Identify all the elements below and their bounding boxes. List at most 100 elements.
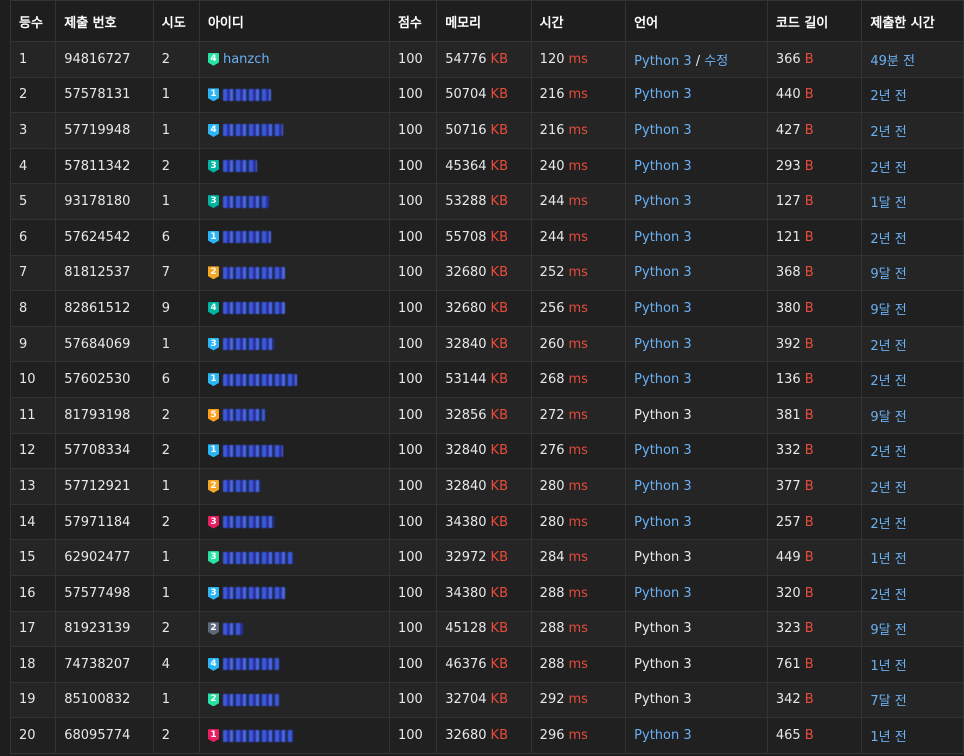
code-length-value: 342 xyxy=(775,692,801,708)
redacted-user-id[interactable] xyxy=(222,587,285,600)
redacted-user-id[interactable] xyxy=(222,302,285,315)
language-link[interactable]: Python 3 xyxy=(634,372,691,387)
lang-separator: / xyxy=(695,53,701,69)
language-link[interactable]: Python 3 xyxy=(634,728,691,743)
language-link[interactable]: Python 3 xyxy=(634,479,691,494)
cell-code-length: 127 B xyxy=(766,183,863,220)
code-length-value: 380 xyxy=(775,300,801,316)
time-value: 252 xyxy=(539,265,565,281)
memory-value: 50716 xyxy=(445,122,487,138)
submitted-at-link[interactable]: 2년 전 xyxy=(870,588,906,603)
cell-memory: 34380 KB xyxy=(436,503,532,541)
cell-language: Python 3 xyxy=(625,432,768,470)
submitted-at-link[interactable]: 49분 전 xyxy=(870,54,915,69)
redacted-user-id[interactable] xyxy=(222,516,275,529)
submitted-at-link[interactable]: 7달 전 xyxy=(870,694,906,709)
redacted-user-id[interactable] xyxy=(222,195,269,208)
user-id-link[interactable]: hanzch xyxy=(223,52,270,67)
memory-value: 50704 xyxy=(445,87,487,103)
submitted-at-link[interactable]: 2년 전 xyxy=(870,339,906,354)
language-link[interactable]: Python 3 xyxy=(634,301,691,316)
redacted-user-id[interactable] xyxy=(222,480,261,493)
cell-memory: 32840 KB xyxy=(436,432,532,470)
cell-submitted-at: 2년 전 xyxy=(861,361,964,398)
redacted-user-id[interactable] xyxy=(222,729,293,742)
language-link: Python 3 xyxy=(634,692,692,708)
redacted-user-id[interactable] xyxy=(222,444,283,457)
language-link[interactable]: Python 3 xyxy=(634,586,691,601)
submitted-at-link[interactable]: 2년 전 xyxy=(870,125,906,140)
table-row: 15 62902477 1 3 100 32972 KB 284 ms Python… xyxy=(9,539,964,576)
code-length-unit: B xyxy=(804,585,814,601)
redacted-user-id[interactable] xyxy=(222,658,279,671)
language-link[interactable]: Python 3 xyxy=(634,515,691,530)
cell-user-id: 1 xyxy=(198,432,390,470)
cell-score: 100 xyxy=(388,218,438,256)
cell-score: 100 xyxy=(388,290,438,327)
code-length-unit: B xyxy=(804,158,814,174)
redacted-user-id[interactable] xyxy=(222,88,271,101)
cell-language: Python 3 xyxy=(625,183,768,220)
submitted-at-link[interactable]: 1달 전 xyxy=(870,196,906,211)
header-time: 시간 xyxy=(530,0,627,42)
submitted-at-link[interactable]: 1년 전 xyxy=(870,659,906,674)
edit-link[interactable]: 수정 xyxy=(704,54,728,69)
cell-tries: 6 xyxy=(152,218,200,256)
redacted-user-id[interactable] xyxy=(222,409,265,422)
redacted-user-id[interactable] xyxy=(222,622,243,635)
submitted-at-link[interactable]: 1년 전 xyxy=(870,552,906,567)
language-link[interactable]: Python 3 xyxy=(634,123,691,138)
language-link[interactable]: Python 3 xyxy=(634,337,691,352)
redacted-user-id[interactable] xyxy=(222,338,275,351)
cell-code-length: 320 B xyxy=(766,574,863,612)
submitted-at-link[interactable]: 9달 전 xyxy=(870,303,906,318)
language-link[interactable]: Python 3 xyxy=(634,265,691,280)
submitted-at-link[interactable]: 9달 전 xyxy=(870,623,906,638)
language-link[interactable]: Python 3 xyxy=(634,443,691,458)
redacted-user-id[interactable] xyxy=(222,231,271,244)
cell-score: 100 xyxy=(388,361,438,398)
cell-code-length: 136 B xyxy=(766,361,863,398)
tier-badge-icon: 4 xyxy=(207,52,219,66)
submitted-at-link[interactable]: 2년 전 xyxy=(870,481,906,496)
submitted-at-link[interactable]: 1년 전 xyxy=(870,730,906,745)
cell-time: 268 ms xyxy=(530,361,627,398)
time-unit: ms xyxy=(568,550,588,566)
submitted-at-link[interactable]: 9달 전 xyxy=(870,410,906,425)
redacted-user-id[interactable] xyxy=(222,551,293,564)
language-link[interactable]: Python 3 xyxy=(634,54,691,69)
table-row: 8 82861512 9 4 100 32680 KB 256 ms Python … xyxy=(9,290,964,327)
cell-user-id: 4 hanzch xyxy=(198,41,390,78)
cell-score: 100 xyxy=(388,147,438,185)
submitted-at-link[interactable]: 2년 전 xyxy=(870,517,906,532)
submitted-at-link[interactable]: 2년 전 xyxy=(870,232,906,247)
cell-memory: 53144 KB xyxy=(436,361,532,398)
time-unit: ms xyxy=(568,478,588,494)
redacted-user-id[interactable] xyxy=(222,373,297,386)
cell-submitted-at: 2년 전 xyxy=(861,147,964,185)
language-link[interactable]: Python 3 xyxy=(634,194,691,209)
cell-code-length: 121 B xyxy=(766,218,863,256)
submitted-at-link[interactable]: 2년 전 xyxy=(870,161,906,176)
memory-unit: KB xyxy=(490,87,508,103)
redacted-user-id[interactable] xyxy=(222,160,257,173)
code-length-value: 427 xyxy=(775,122,801,138)
submitted-at-link[interactable]: 2년 전 xyxy=(870,374,906,389)
redacted-user-id[interactable] xyxy=(222,266,285,279)
memory-value: 45128 xyxy=(445,621,487,637)
redacted-user-id[interactable] xyxy=(222,124,283,137)
table-row: 7 81812537 7 2 100 32680 KB 252 ms Python … xyxy=(9,254,964,292)
language-link[interactable]: Python 3 xyxy=(634,230,691,245)
submitted-at-link[interactable]: 2년 전 xyxy=(870,445,906,460)
cell-code-length: 761 B xyxy=(766,646,863,683)
cell-submitted-at: 1년 전 xyxy=(861,646,964,683)
cell-tries: 1 xyxy=(152,468,200,505)
cell-memory: 32840 KB xyxy=(436,468,532,505)
language-link[interactable]: Python 3 xyxy=(634,159,691,174)
language-link[interactable]: Python 3 xyxy=(634,87,691,102)
redacted-user-id[interactable] xyxy=(222,693,279,706)
submitted-at-link[interactable]: 2년 전 xyxy=(870,89,906,104)
submitted-at-link[interactable]: 9달 전 xyxy=(870,267,906,282)
cell-time: 288 ms xyxy=(530,610,627,648)
header-rank: 등수 xyxy=(9,0,57,42)
